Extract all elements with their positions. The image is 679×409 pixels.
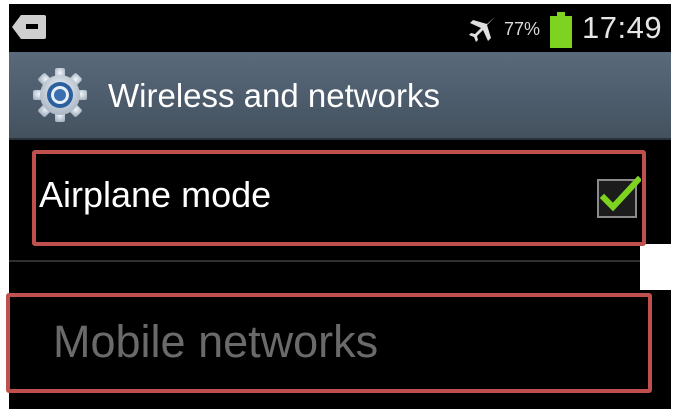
status-bar: 77% 17:49 [9, 4, 671, 52]
highlight-box-airplane-mode [32, 150, 646, 246]
back-icon[interactable] [11, 14, 47, 40]
clock: 17:49 [582, 10, 663, 45]
settings-header: Wireless and networks [9, 52, 671, 140]
gear-icon [33, 68, 87, 122]
page-title: Wireless and networks [108, 77, 440, 114]
background-gap [640, 244, 671, 290]
battery-percent: 77% [504, 19, 541, 39]
airplane-icon [469, 17, 495, 42]
divider [9, 260, 649, 262]
highlight-box-mobile-networks [6, 293, 652, 393]
battery-icon [550, 12, 572, 48]
